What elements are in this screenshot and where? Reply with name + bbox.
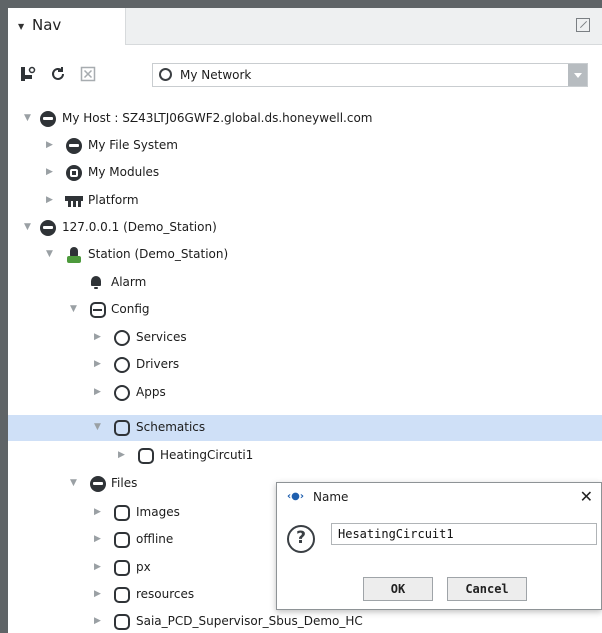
- collapse-caret-icon[interactable]: ▶: [94, 359, 104, 369]
- collapse-caret-icon[interactable]: ▶: [46, 167, 56, 177]
- collapse-caret-icon[interactable]: ▶: [94, 332, 104, 342]
- network-select-value: My Network: [180, 68, 252, 82]
- tree-label: Station (Demo_Station): [88, 247, 229, 261]
- tree-label: HeatingCircuti1: [160, 448, 254, 462]
- tree-label: Images: [136, 505, 180, 519]
- cancel-button[interactable]: Cancel: [447, 577, 527, 601]
- collapse-caret-icon[interactable]: ▶: [94, 589, 104, 599]
- question-icon: ?: [287, 525, 315, 553]
- ok-button[interactable]: OK: [363, 577, 433, 601]
- folder-icon: [114, 505, 130, 521]
- tree-label: resources: [136, 587, 195, 601]
- collapse-caret-icon[interactable]: ▶: [94, 616, 104, 626]
- tree-row-config[interactable]: ▼ Config: [8, 297, 602, 323]
- tree-label: Services: [136, 330, 187, 344]
- folder-icon: [114, 420, 130, 436]
- tree-row-my-modules[interactable]: ▶ My Modules: [8, 160, 602, 186]
- tree-row-my-host[interactable]: ▼ My Host : SZ43LTJ06GWF2.global.ds.hone…: [8, 106, 602, 132]
- dialog-title: Name: [313, 490, 349, 504]
- tree-row-apps[interactable]: ▶ Apps: [8, 380, 602, 406]
- tree-row-my-file-system[interactable]: ▶ My File System: [8, 133, 602, 159]
- collapse-caret-icon[interactable]: ▶: [46, 140, 56, 150]
- modules-icon: [66, 165, 82, 181]
- nav-toolbar: My Network: [8, 60, 602, 90]
- tree-row-drivers[interactable]: ▶ Drivers: [8, 352, 602, 378]
- tree-label: Drivers: [136, 357, 180, 371]
- network-select[interactable]: My Network: [152, 63, 588, 87]
- expand-caret-icon[interactable]: ▼: [24, 113, 34, 123]
- folder-icon: [114, 532, 130, 548]
- collapse-caret-icon[interactable]: ▶: [94, 387, 104, 397]
- folder-icon: [114, 560, 130, 576]
- name-input[interactable]: [331, 523, 597, 545]
- tree-label: My File System: [88, 138, 178, 152]
- host-icon: [40, 111, 56, 127]
- rename-dialog: ‹●› Name ✕ ? OK Cancel: [276, 482, 602, 610]
- file-system-icon: [66, 138, 82, 154]
- tab-menu-caret-icon[interactable]: ▼: [18, 22, 24, 31]
- tree-label: 127.0.0.1 (Demo_Station): [62, 220, 217, 234]
- host-icon: [40, 220, 56, 236]
- expand-caret-icon[interactable]: ▼: [94, 422, 104, 432]
- tab-nav-label: Nav: [32, 16, 62, 34]
- app-logo-icon: ‹●›: [287, 491, 304, 502]
- tree-row-alarm[interactable]: Alarm: [8, 270, 602, 296]
- expand-caret-icon[interactable]: ▼: [24, 222, 34, 232]
- services-icon: [114, 330, 130, 346]
- tree-label: Apps: [136, 385, 166, 399]
- tree-label: My Modules: [88, 165, 160, 179]
- database-icon: [90, 302, 106, 318]
- tree-row-schematics[interactable]: ▼ Schematics: [8, 415, 602, 441]
- tree-label: Saia_PCD_Supervisor_Sbus_Demo_HC: [136, 614, 363, 628]
- tree-row-platform[interactable]: ▶ Platform: [8, 188, 602, 214]
- tree-label: px: [136, 560, 151, 574]
- platform-icon: [65, 196, 83, 208]
- tree-label: offline: [136, 532, 174, 546]
- tree-label: Alarm: [111, 275, 147, 289]
- files-icon: [90, 476, 106, 492]
- globe-icon: [159, 68, 172, 81]
- tree-label: Schematics: [136, 420, 206, 434]
- alarm-bell-icon: [90, 275, 102, 289]
- tree-label: Files: [111, 476, 138, 490]
- drivers-icon: [114, 357, 130, 373]
- refresh-icon[interactable]: [48, 64, 68, 84]
- collapse-caret-icon[interactable]: ▶: [94, 562, 104, 572]
- folder-icon: [114, 614, 130, 630]
- close-tree-icon[interactable]: [78, 64, 98, 84]
- tree-row-demo-station-host[interactable]: ▼ 127.0.0.1 (Demo_Station): [8, 215, 602, 241]
- tree-row-station[interactable]: ▼ Station (Demo_Station): [8, 242, 602, 268]
- tree-row-saia[interactable]: ▶ Saia_PCD_Supervisor_Sbus_Demo_HC: [8, 609, 602, 633]
- tree-label: My Host : SZ43LTJ06GWF2.global.ds.honeyw…: [62, 111, 373, 125]
- close-icon[interactable]: ✕: [580, 487, 593, 506]
- expand-caret-icon[interactable]: ▼: [70, 304, 80, 314]
- folder-icon: [114, 587, 130, 603]
- new-tree-icon[interactable]: [18, 64, 38, 84]
- dialog-titlebar[interactable]: ‹●› Name ✕: [277, 483, 601, 511]
- collapse-caret-icon[interactable]: ▶: [46, 195, 56, 205]
- nav-tab-bar: ▼ Nav: [8, 8, 602, 45]
- tree-row-services[interactable]: ▶ Services: [8, 325, 602, 351]
- chevron-down-icon[interactable]: [568, 64, 587, 86]
- tree-row-heatingcircuti1[interactable]: ▶ HeatingCircuti1: [8, 443, 602, 469]
- tab-nav[interactable]: ▼ Nav: [8, 8, 126, 45]
- expand-caret-icon[interactable]: ▼: [46, 249, 56, 259]
- apps-icon: [114, 385, 130, 401]
- station-icon: [67, 247, 81, 264]
- collapse-caret-icon[interactable]: ▶: [94, 534, 104, 544]
- maximize-icon[interactable]: [576, 18, 590, 32]
- tree-label: Platform: [88, 193, 139, 207]
- collapse-caret-icon[interactable]: ▶: [118, 450, 128, 460]
- folder-icon: [138, 448, 154, 464]
- tree-label: Config: [111, 302, 150, 316]
- expand-caret-icon[interactable]: ▼: [70, 478, 80, 488]
- collapse-caret-icon[interactable]: ▶: [94, 507, 104, 517]
